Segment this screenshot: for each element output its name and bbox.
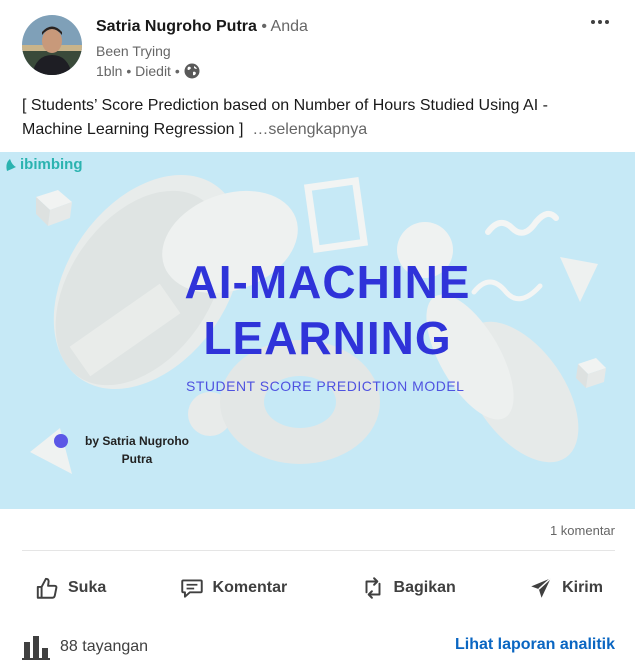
author-avatar[interactable] <box>22 15 82 75</box>
like-label: Suka <box>68 579 107 596</box>
like-button[interactable]: Suka <box>22 567 118 609</box>
author-name[interactable]: Satria Nugroho Putra • Anda <box>96 18 308 36</box>
send-button[interactable]: Kirim <box>516 567 615 609</box>
image-subtitle: STUDENT SCORE PREDICTION MODEL <box>186 378 465 394</box>
more-horizontal-icon <box>591 20 595 24</box>
action-bar: Suka Komentar Bagikan Kirim <box>22 564 615 612</box>
bar-chart-icon <box>22 636 50 660</box>
view-count-text: 88 tayangan <box>60 638 149 655</box>
more-dot <box>598 20 602 24</box>
repost-button[interactable]: Bagikan <box>348 567 468 609</box>
post-card: Satria Nugroho Putra • Anda Been Trying … <box>0 0 635 664</box>
image-title-line-1: AI-MACHINE <box>184 256 471 308</box>
comment-count[interactable]: 1 komentar <box>550 523 615 538</box>
brand-name: ibimbing <box>20 156 83 173</box>
author-headline: Been Trying <box>96 43 171 59</box>
byline-line-2: Putra <box>121 452 153 466</box>
comment-label: Komentar <box>212 579 288 596</box>
byline-line-1: by Satria Nugroho <box>84 434 189 448</box>
thumbs-up-icon <box>36 577 58 599</box>
post-text: [ Students’ Score Prediction based on Nu… <box>22 94 612 142</box>
image-title-line-2: LEARNING <box>203 312 452 364</box>
post-meta: 1bln • Diedit • <box>96 63 200 79</box>
brand-logo: ibimbing <box>4 156 83 173</box>
author-relation: • Anda <box>261 18 308 35</box>
view-count: 88 tayangan <box>22 634 148 660</box>
globe-icon <box>184 63 200 79</box>
repost-icon <box>365 577 381 599</box>
send-label: Kirim <box>562 579 603 596</box>
author-name-text[interactable]: Satria Nugroho Putra <box>96 18 257 35</box>
more-dot <box>605 20 609 24</box>
divider <box>22 550 615 551</box>
view-analytics-link[interactable]: Lihat laporan analitik <box>455 636 615 654</box>
repost-label: Bagikan <box>393 579 456 596</box>
brand-icon <box>6 158 16 171</box>
see-more-link[interactable]: …selengkapnya <box>252 121 367 138</box>
more-options-button[interactable] <box>586 10 614 34</box>
send-icon <box>531 577 552 598</box>
comment-icon <box>180 579 203 598</box>
post-time: 1bln • Diedit • <box>96 63 180 79</box>
byline-dot <box>54 434 68 448</box>
comment-button[interactable]: Komentar <box>167 567 300 609</box>
image-byline: by Satria Nugroho Putra <box>82 432 192 468</box>
